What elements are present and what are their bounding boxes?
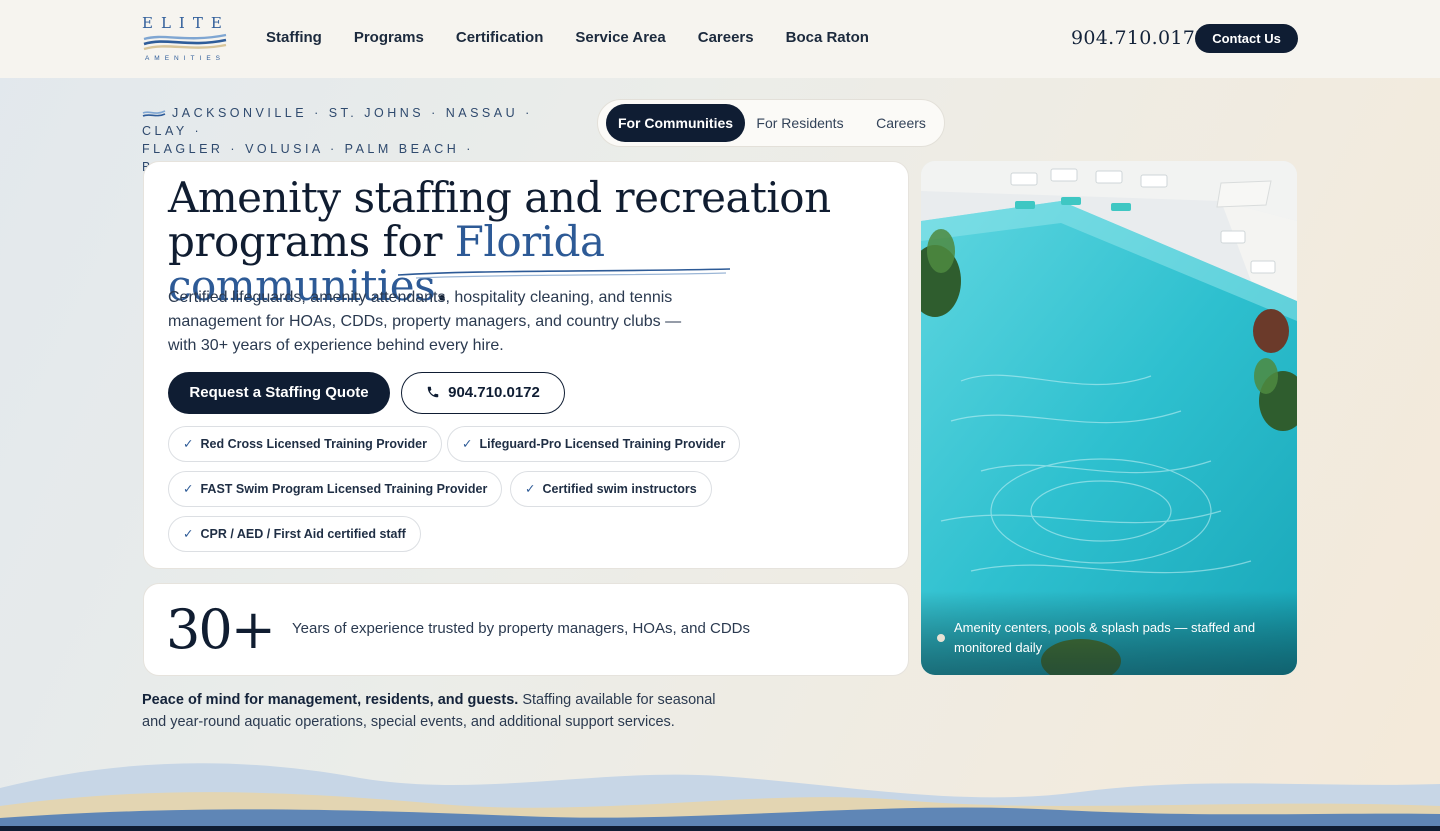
check-icon: ✓ <box>183 482 194 496</box>
counties-text-1: JACKSONVILLE · ST. JOHNS · NASSAU · CLAY… <box>142 106 533 138</box>
stat-number: 30+ <box>166 598 276 661</box>
nav-careers[interactable]: Careers <box>698 29 754 46</box>
tab-for-communities[interactable]: For Communities <box>606 104 745 142</box>
badge-lifeguard-pro: ✓ Lifeguard-Pro Licensed Training Provide… <box>447 426 741 462</box>
wave-icon <box>142 110 166 117</box>
badge-label: Certified swim instructors <box>542 482 697 496</box>
phone-icon <box>427 386 439 398</box>
badge-label: FAST Swim Program Licensed Training Prov… <box>200 482 488 496</box>
site-header: ELITE AMENITIES Staffing Programs Certif… <box>0 0 1440 78</box>
hero-title-line-1: Amenity staffing and recreation <box>168 173 831 222</box>
logo-subtitle: AMENITIES <box>144 55 226 62</box>
peace-of-mind-text: Peace of mind for management, residents,… <box>142 689 722 733</box>
pool-aerial-image <box>921 161 1297 675</box>
nav-boca-raton[interactable]: Boca Raton <box>786 29 869 46</box>
pool-illustration <box>921 161 1297 675</box>
footer-wave-decoration <box>0 763 1440 831</box>
header-phone-link[interactable]: 904.710.0172 <box>1071 27 1208 49</box>
badge-red-cross: ✓ Red Cross Licensed Training Provider <box>168 426 442 462</box>
nav-staffing[interactable]: Staffing <box>266 29 322 46</box>
nav-certification[interactable]: Certification <box>456 29 544 46</box>
badge-label: CPR / AED / First Aid certified staff <box>200 527 406 541</box>
badge-cpr-aed: ✓ CPR / AED / First Aid certified staff <box>168 516 421 552</box>
request-quote-button[interactable]: Request a Staffing Quote <box>168 372 390 414</box>
call-phone-button[interactable]: 904.710.0172 <box>401 372 565 414</box>
badge-label: Lifeguard-Pro Licensed Training Provider <box>479 437 726 451</box>
title-underline-wave <box>397 268 731 279</box>
experience-stat-card: 30+ Years of experience trusted by prope… <box>143 583 909 676</box>
audience-tabs: For Communities For Residents Careers <box>597 99 945 147</box>
tab-careers[interactable]: Careers <box>860 104 942 142</box>
logo-waves-icon <box>143 33 227 51</box>
badge-swim-instructors: ✓ Certified swim instructors <box>510 471 712 507</box>
image-caption: Amenity centers, pools & splash pads — s… <box>954 620 1256 655</box>
hero-card: Amenity staffing and recreation programs… <box>143 161 909 569</box>
hero-title-line-2: programs for <box>168 217 455 266</box>
peace-bold: Peace of mind for management, residents,… <box>142 692 519 708</box>
main-nav: Staffing Programs Certification Service … <box>266 29 901 46</box>
logo-word: ELITE <box>142 14 230 32</box>
check-icon: ✓ <box>183 527 194 541</box>
call-phone-label: 904.710.0172 <box>448 384 540 401</box>
check-icon: ✓ <box>462 437 473 451</box>
nav-programs[interactable]: Programs <box>354 29 424 46</box>
elite-amenities-logo[interactable]: ELITE AMENITIES <box>142 14 228 64</box>
contact-us-button[interactable]: Contact Us <box>1195 24 1298 53</box>
badge-label: Red Cross Licensed Training Provider <box>200 437 427 451</box>
check-icon: ✓ <box>525 482 536 496</box>
check-icon: ✓ <box>183 437 194 451</box>
stat-text: Years of experience trusted by property … <box>292 620 750 637</box>
tab-for-residents[interactable]: For Residents <box>748 104 852 142</box>
hero-description: Certified lifeguards, amenity attendants… <box>168 289 682 354</box>
badge-fast-swim: ✓ FAST Swim Program Licensed Training Pro… <box>168 471 503 507</box>
caption-dot-icon <box>937 634 945 642</box>
counties-line-1: JACKSONVILLE · ST. JOHNS · NASSAU · CLAY… <box>142 104 542 140</box>
nav-service-area[interactable]: Service Area <box>575 29 665 46</box>
